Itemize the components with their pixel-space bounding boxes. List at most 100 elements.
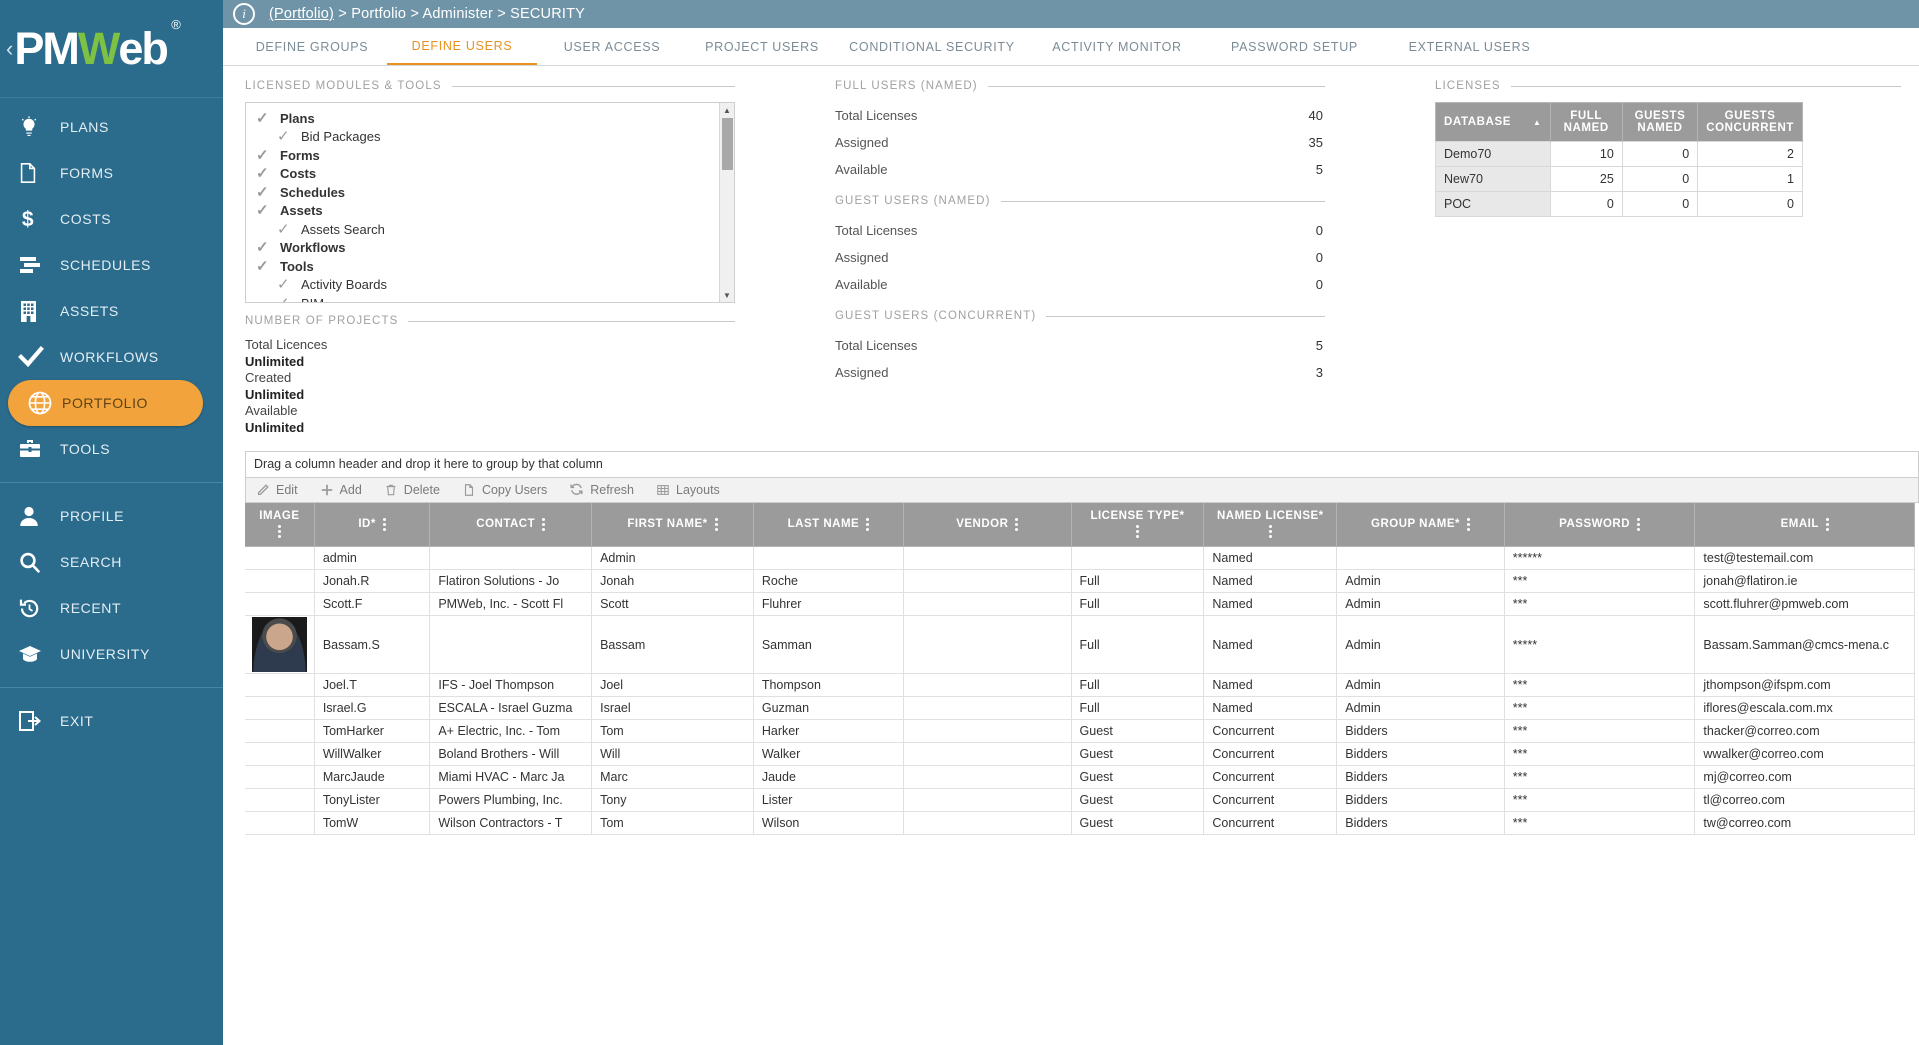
column-menu-icon[interactable] [542, 518, 545, 531]
table-row[interactable]: TonyLister Powers Plumbing, Inc. Tony Li… [245, 789, 1915, 812]
tab-conditional-security[interactable]: CONDITIONAL SECURITY [837, 28, 1027, 65]
breadcrumb-portfolio-link[interactable]: (Portfolio) [269, 6, 334, 22]
sidebar-item-exit[interactable]: EXIT [0, 698, 223, 744]
column-menu-icon[interactable] [1637, 518, 1640, 531]
sidebar-item-tools[interactable]: TOOLS [0, 426, 223, 472]
sidebar-item-forms[interactable]: FORMS [0, 150, 223, 196]
col-database[interactable]: DATABASE▲ [1436, 103, 1551, 142]
sidebar-item-university[interactable]: UNIVERSITY [0, 631, 223, 677]
sidebar-item-profile[interactable]: PROFILE [0, 493, 223, 539]
column-menu-icon[interactable] [278, 525, 281, 538]
tab-project-users[interactable]: PROJECT USERS [687, 28, 837, 65]
licensed-modules-listbox[interactable]: ✓Plans ✓Bid Packages ✓Forms ✓Costs ✓Sche… [245, 102, 735, 303]
col-vendor[interactable]: VENDOR [904, 503, 1072, 547]
column-menu-icon[interactable] [383, 518, 386, 531]
scrollbar-thumb[interactable] [722, 118, 733, 170]
collapse-sidebar-icon[interactable]: ‹ [6, 38, 13, 60]
cell-named-license: Named [1204, 674, 1337, 697]
col-guests-concurrent[interactable]: GUESTS CONCURRENT [1698, 103, 1803, 142]
tab-password-setup[interactable]: PASSWORD SETUP [1207, 28, 1382, 65]
tab-activity-monitor[interactable]: ACTIVITY MONITOR [1027, 28, 1207, 65]
table-row[interactable]: Demo70 10 0 2 [1436, 142, 1803, 167]
column-menu-icon[interactable] [1136, 525, 1139, 538]
tab-define-groups[interactable]: DEFINE GROUPS [237, 28, 387, 65]
table-row[interactable]: WillWalker Boland Brothers - Will Will W… [245, 743, 1915, 766]
table-row[interactable]: Scott.F PMWeb, Inc. - Scott Fl Scott Flu… [245, 593, 1915, 616]
cell-vendor [904, 593, 1072, 616]
col-first-name[interactable]: FIRST NAME* [592, 503, 754, 547]
col-label: EMAIL [1781, 518, 1819, 530]
table-row[interactable]: Bassam.S Bassam Samman Full Named Admin … [245, 616, 1915, 674]
layouts-button[interactable]: Layouts [656, 483, 720, 497]
col-named-license[interactable]: NAMED LICENSE* [1204, 503, 1337, 547]
scroll-up-icon[interactable]: ▲ [720, 103, 734, 117]
add-button[interactable]: Add [320, 483, 362, 497]
info-icon[interactable]: i [233, 3, 255, 25]
col-last-name[interactable]: LAST NAME [753, 503, 903, 547]
col-image[interactable]: IMAGE [245, 503, 314, 547]
sidebar-item-recent[interactable]: RECENT [0, 585, 223, 631]
module-item-assets-search[interactable]: ✓Assets Search [256, 220, 734, 239]
column-menu-icon[interactable] [1826, 518, 1829, 531]
table-row[interactable]: Joel.T IFS - Joel Thompson Joel Thompson… [245, 674, 1915, 697]
table-row[interactable]: Jonah.R Flatiron Solutions - Jo Jonah Ro… [245, 570, 1915, 593]
tab-define-users[interactable]: DEFINE USERS [387, 28, 537, 65]
module-item-schedules[interactable]: ✓Schedules [256, 183, 734, 202]
sidebar-item-schedules[interactable]: SCHEDULES [0, 242, 223, 288]
copy-users-button[interactable]: Copy Users [462, 483, 547, 497]
module-item-plans[interactable]: ✓Plans [256, 109, 734, 128]
module-item-assets[interactable]: ✓Assets [256, 202, 734, 221]
module-item-tools[interactable]: ✓Tools [256, 257, 734, 276]
tab-user-access[interactable]: USER ACCESS [537, 28, 687, 65]
module-list-scrollbar[interactable]: ▲ ▼ [719, 103, 734, 302]
col-password[interactable]: PASSWORD [1504, 503, 1695, 547]
table-row[interactable]: MarcJaude Miami HVAC - Marc Ja Marc Jaud… [245, 766, 1915, 789]
cell-guests-named: 0 [1622, 192, 1697, 217]
cell-last-name: Thompson [753, 674, 903, 697]
module-item-forms[interactable]: ✓Forms [256, 146, 734, 165]
sidebar-item-portfolio[interactable]: PORTFOLIO [8, 380, 203, 426]
table-row[interactable]: POC 0 0 0 [1436, 192, 1803, 217]
column-menu-icon[interactable] [1269, 525, 1272, 538]
module-item-costs[interactable]: ✓Costs [256, 165, 734, 184]
tab-external-users[interactable]: EXTERNAL USERS [1382, 28, 1557, 65]
delete-button[interactable]: Delete [384, 483, 440, 497]
col-contact[interactable]: CONTACT [430, 503, 592, 547]
toolbar-label: Refresh [590, 483, 634, 497]
edit-button[interactable]: Edit [256, 483, 298, 497]
row-value: 0 [1316, 223, 1323, 238]
table-row[interactable]: New70 25 0 1 [1436, 167, 1803, 192]
table-row[interactable]: TomHarker A+ Electric, Inc. - Tom Tom Ha… [245, 720, 1915, 743]
column-menu-icon[interactable] [715, 518, 718, 531]
cell-id: TomW [314, 812, 430, 835]
users-grid-scroll[interactable]: IMAGE ID* CONTACT FIRST NAME* LAST NAME … [245, 503, 1919, 836]
table-row[interactable]: Israel.G ESCALA - Israel Guzma Israel Gu… [245, 697, 1915, 720]
sidebar-item-assets[interactable]: ASSETS [0, 288, 223, 334]
cell-email: mj@correo.com [1695, 766, 1915, 789]
table-row[interactable]: TomW Wilson Contractors - T Tom Wilson G… [245, 812, 1915, 835]
column-menu-icon[interactable] [1015, 518, 1018, 531]
cell-vendor [904, 570, 1072, 593]
column-menu-icon[interactable] [1467, 518, 1470, 531]
col-id[interactable]: ID* [314, 503, 430, 547]
section-title: NUMBER OF PROJECTS [245, 315, 398, 327]
sidebar-item-search[interactable]: SEARCH [0, 539, 223, 585]
col-email[interactable]: EMAIL [1695, 503, 1915, 547]
col-guests-named[interactable]: GUESTS NAMED [1622, 103, 1697, 142]
col-group-name[interactable]: GROUP NAME* [1337, 503, 1505, 547]
module-item-bim[interactable]: ✓BIM [256, 294, 734, 303]
module-item-bid-packages[interactable]: ✓Bid Packages [256, 128, 734, 147]
scroll-down-icon[interactable]: ▼ [720, 288, 734, 302]
module-item-workflows[interactable]: ✓Workflows [256, 239, 734, 258]
refresh-button[interactable]: Refresh [569, 482, 634, 497]
column-menu-icon[interactable] [866, 518, 869, 531]
col-license-type[interactable]: LICENSE TYPE* [1071, 503, 1204, 547]
sidebar-item-plans[interactable]: PLANS [0, 104, 223, 150]
brand-logo[interactable]: ‹ PMWeb ® [0, 0, 223, 98]
table-row[interactable]: admin Admin Named ****** test@testemail.… [245, 547, 1915, 570]
sidebar-item-costs[interactable]: $ COSTS [0, 196, 223, 242]
module-item-activity-boards[interactable]: ✓Activity Boards [256, 276, 734, 295]
col-full-named[interactable]: FULL NAMED [1550, 103, 1622, 142]
group-by-dropzone[interactable]: Drag a column header and drop it here to… [245, 451, 1919, 477]
sidebar-item-workflows[interactable]: WORKFLOWS [0, 334, 223, 380]
